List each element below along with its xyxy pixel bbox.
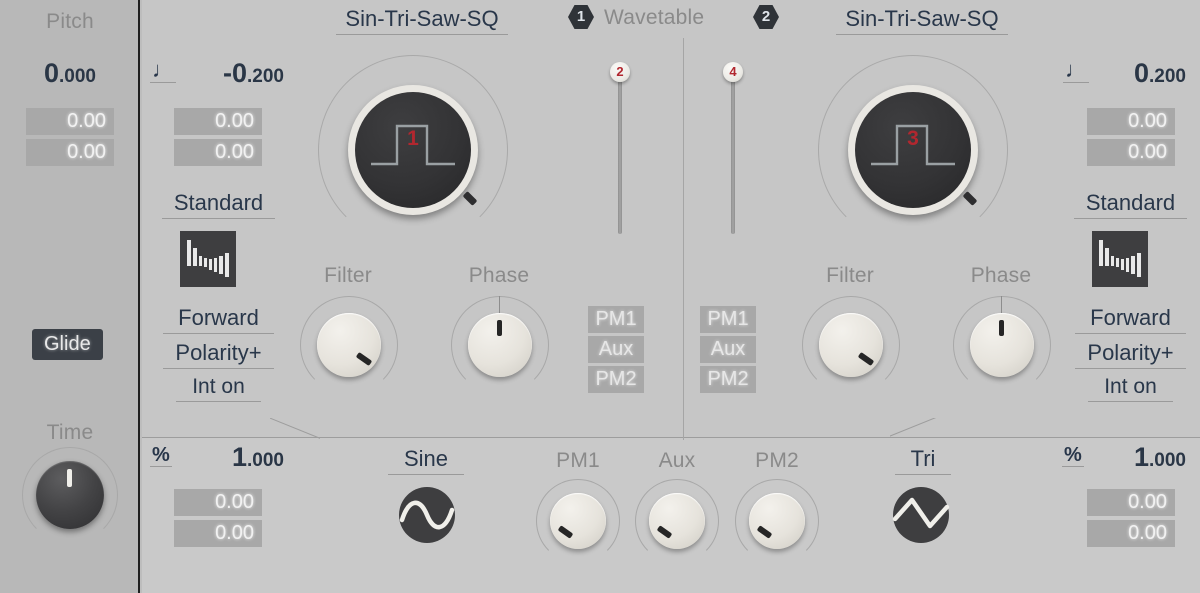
osc2-percent-value[interactable]: 1.000 [1086,442,1186,473]
osc2-note-mod-2[interactable]: 0.00 [1087,139,1175,166]
osc2-wavetable-bars-icon [1099,240,1141,277]
osc1-routing-aux[interactable]: Aux [588,336,644,363]
osc1-mode-select[interactable]: Standard [162,190,275,219]
osc2-filter-label: Filter [826,264,874,287]
osc2-note-value-frac: .200 [1149,66,1186,87]
osc2-note-mod-1[interactable]: 0.00 [1087,108,1175,135]
osc2-knob-number: 3 [907,127,919,150]
pitch-rail-panel: Pitch 0.000 0.00 0.00 Glide Time [0,0,140,593]
time-knob[interactable] [22,447,118,543]
slider-4-thumb[interactable]: 4 [723,62,743,82]
osc2-routing-pm1[interactable]: PM1 [700,306,756,333]
osc2-interpolation-select[interactable]: Int on [1088,375,1173,402]
osc2-polarity-select[interactable]: Polarity+ [1075,340,1186,369]
frame-chamfer-right [890,418,942,440]
oscillator-center-divider [683,38,684,440]
osc1-phase-knob-pointer [497,320,502,336]
osc2-wavetable-name[interactable]: Sin-Tri-Saw-SQ [836,6,1008,35]
bottom-pm1-label: PM1 [556,449,600,472]
osc1-note-value[interactable]: -0.200 [176,58,284,89]
frame-chamfer-left [270,418,320,440]
triangle-wave-icon[interactable] [892,486,950,549]
osc1-filter-label: Filter [324,264,372,287]
osc1-routing-group: PM1 Aux PM2 [588,306,644,396]
time-knob-pointer [67,469,72,487]
triangle-wave-glyph [892,487,950,543]
bottom-aux-knob-body [649,493,705,549]
osc1-filter-knob-body [317,313,381,377]
osc2-direction-select[interactable]: Forward [1075,305,1186,334]
osc1-phase-label: Phase [468,264,530,287]
osc1-percent-mod-1[interactable]: 0.00 [174,489,262,516]
time-label: Time [46,421,94,444]
osc1-note-icon: ♩ [150,57,176,83]
bottom-pm2-knob-body [749,493,805,549]
osc2-note-value[interactable]: 0.200 [1086,58,1186,89]
osc1-percent-value-int: 1 [231,442,248,472]
bottom-pm2-knob[interactable] [735,479,819,563]
osc1-interpolation-select[interactable]: Int on [176,375,261,402]
osc1-percent-value-frac: .000 [247,450,284,471]
plugin-window: Pitch 0.000 0.00 0.00 Glide Time 1 Wavet… [0,0,1200,593]
osc1-note-mod-1[interactable]: 0.00 [174,108,262,135]
pitch-value-int: 0 [43,58,60,88]
osc1-knob-number: 1 [407,127,419,150]
osc1-wavetable-bars-icon [187,240,229,277]
osc1-routing-pm1[interactable]: PM1 [588,306,644,333]
osc1-note-value-frac: .200 [247,66,284,87]
osc2-percent-mod-2[interactable]: 0.00 [1087,520,1175,547]
osc2-percent-mod-1[interactable]: 0.00 [1087,489,1175,516]
osc2-percent-value-frac: .000 [1149,450,1186,471]
osc2-phase-knob[interactable] [953,290,1051,394]
osc2-percent-value-int: 1 [1133,442,1150,472]
bottom-pm2-label: PM2 [755,449,799,472]
osc1-phase-knob[interactable] [451,290,549,394]
slider-2-track[interactable] [618,80,622,234]
osc1-percent-value[interactable]: 1.000 [176,442,284,473]
osc2-mode-select[interactable]: Standard [1074,190,1187,219]
osc1-polarity-select[interactable]: Polarity+ [163,340,274,369]
pitch-mod-2[interactable]: 0.00 [26,139,114,166]
osc1-percent-icon: % [150,444,172,467]
osc1-note-value-int: -0 [223,58,248,88]
tri-select[interactable]: Tri [895,446,951,475]
slider-2[interactable]: 2 [610,62,630,240]
sine-wave-icon[interactable] [398,486,456,549]
osc1-filter-knob[interactable] [300,296,398,394]
osc2-filter-knob[interactable] [802,296,900,394]
bottom-pm1-knob-body [550,493,606,549]
osc2-routing-pm2[interactable]: PM2 [700,366,756,393]
pitch-mod-1[interactable]: 0.00 [26,108,114,135]
osc2-wavetable-knob[interactable]: 3 [818,55,1008,245]
osc2-routing-group: PM1 Aux PM2 [700,306,756,396]
bottom-pm1-knob[interactable] [536,479,620,563]
osc2-phase-label: Phase [970,264,1032,287]
osc1-direction-select[interactable]: Forward [163,305,274,334]
osc1-routing-pm2[interactable]: PM2 [588,366,644,393]
sine-select[interactable]: Sine [388,446,464,475]
osc2-filter-knob-body [819,313,883,377]
pitch-value-frac: .000 [59,66,96,87]
osc2-routing-aux[interactable]: Aux [700,336,756,363]
osc1-wavetable-name[interactable]: Sin-Tri-Saw-SQ [336,6,508,35]
pitch-value[interactable]: 0.000 [0,58,140,89]
osc1-percent-mod-2[interactable]: 0.00 [174,520,262,547]
bottom-aux-knob[interactable] [635,479,719,563]
osc2-note-value-int: 0 [1133,58,1150,88]
glide-button[interactable]: Glide [32,329,103,360]
osc1-note-mod-2[interactable]: 0.00 [174,139,262,166]
slider-4-track[interactable] [731,80,735,234]
slider-2-thumb[interactable]: 2 [610,62,630,82]
osc2-phase-knob-pointer [999,320,1004,336]
osc2-percent-icon: % [1062,444,1084,467]
pitch-title: Pitch [46,10,94,33]
sine-wave-glyph [399,487,455,543]
osc1-wavetable-thumbnail[interactable] [180,231,236,287]
bottom-aux-label: Aux [658,449,696,472]
osc2-wavetable-thumbnail[interactable] [1092,231,1148,287]
osc1-wavetable-knob[interactable]: 1 [318,55,508,245]
slider-4[interactable]: 4 [723,62,743,240]
wavetable-title: Wavetable [604,6,705,29]
